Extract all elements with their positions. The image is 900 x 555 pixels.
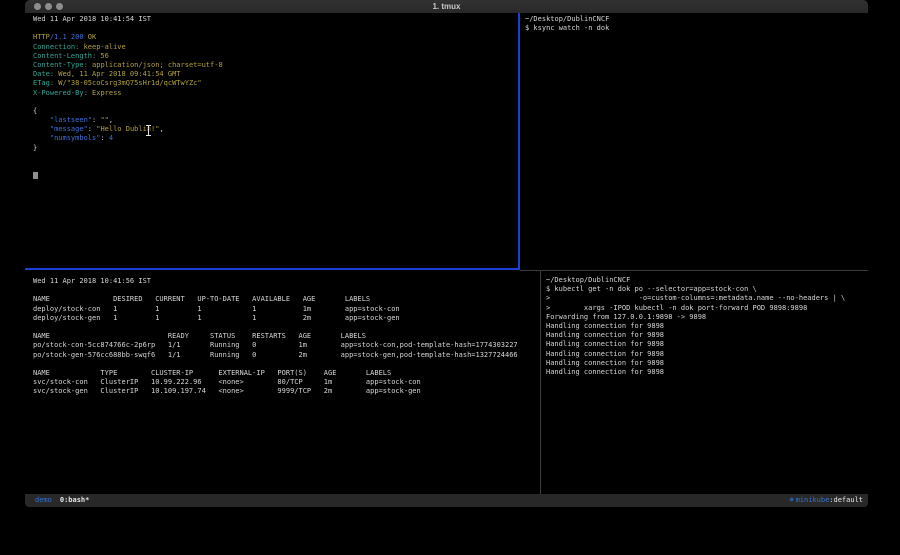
kube-context: minikube	[796, 494, 830, 507]
json-entry-lastseen: "lastseen": "",	[33, 116, 518, 125]
kubectl-watch-output: Wed 11 Apr 2018 10:41:56 IST NAME DESIRE…	[33, 277, 540, 397]
http-header-line: Content-Type: application/json; charset=…	[33, 61, 518, 70]
shell-date-line: Wed 11 Apr 2018 10:41:54 IST	[33, 15, 518, 24]
json-entry-message: "message": "Hello Dublin!",	[33, 125, 518, 134]
pane-http-response[interactable]: Wed 11 Apr 2018 10:41:54 IST HTTP/1.1 20…	[25, 13, 518, 268]
tmux-status-bar: demo 0:bash* ☸ minikube :default	[25, 494, 868, 507]
http-header-line: Connection: keep-alive	[33, 43, 518, 52]
status-window-item[interactable]: 0:bash*	[60, 494, 90, 507]
kube-namespace: :default	[829, 494, 863, 507]
ksync-output: ~/Desktop/DublinCNCF $ ksync watch -n do…	[525, 15, 868, 33]
window-title: 1. tmux	[25, 2, 868, 11]
pane-divider-vertical-active[interactable]	[518, 13, 520, 270]
http-header-line: Date: Wed, 11 Apr 2018 09:41:54 GMT	[33, 70, 518, 79]
pane-divider-horizontal-active[interactable]	[25, 268, 520, 270]
pane-kubectl-watch[interactable]: Wed 11 Apr 2018 10:41:56 IST NAME DESIRE…	[25, 271, 540, 494]
kubernetes-icon: ☸	[789, 494, 793, 507]
http-header-line: X-Powered-By: Express	[33, 89, 518, 98]
pane-ksync[interactable]: ~/Desktop/DublinCNCF $ ksync watch -n do…	[521, 13, 868, 268]
port-forward-output: ~/Desktop/DublinCNCF $ kubectl get -n do…	[546, 276, 868, 377]
json-entry-numsymbols: "numsymbols": 4	[33, 134, 518, 143]
json-close-brace: }	[33, 144, 518, 153]
pane-divider-vertical[interactable]	[540, 271, 541, 494]
http-header-line: Content-Length: 56	[33, 52, 518, 61]
pane-port-forward[interactable]: ~/Desktop/DublinCNCF $ kubectl get -n do…	[542, 271, 868, 494]
http-header-line: ETag: W/"38-05coCsrg3mQ75sHr1d/qcWTwYZc"	[33, 79, 518, 88]
mouse-ibeam-cursor	[144, 122, 153, 141]
status-right: ☸ minikube :default	[789, 494, 863, 507]
terminal-cursor	[33, 172, 38, 179]
titlebar[interactable]: 1. tmux	[25, 0, 868, 13]
http-status-line: HTTP/1.1 200 OK	[33, 33, 518, 42]
session-name: demo	[35, 494, 52, 507]
cursor-line	[33, 171, 518, 180]
terminal-window: 1. tmux Wed 11 Apr 2018 10:41:54 IST HTT…	[25, 0, 868, 507]
json-open-brace: {	[33, 107, 518, 116]
tmux-terminal: Wed 11 Apr 2018 10:41:54 IST HTTP/1.1 20…	[25, 13, 868, 494]
